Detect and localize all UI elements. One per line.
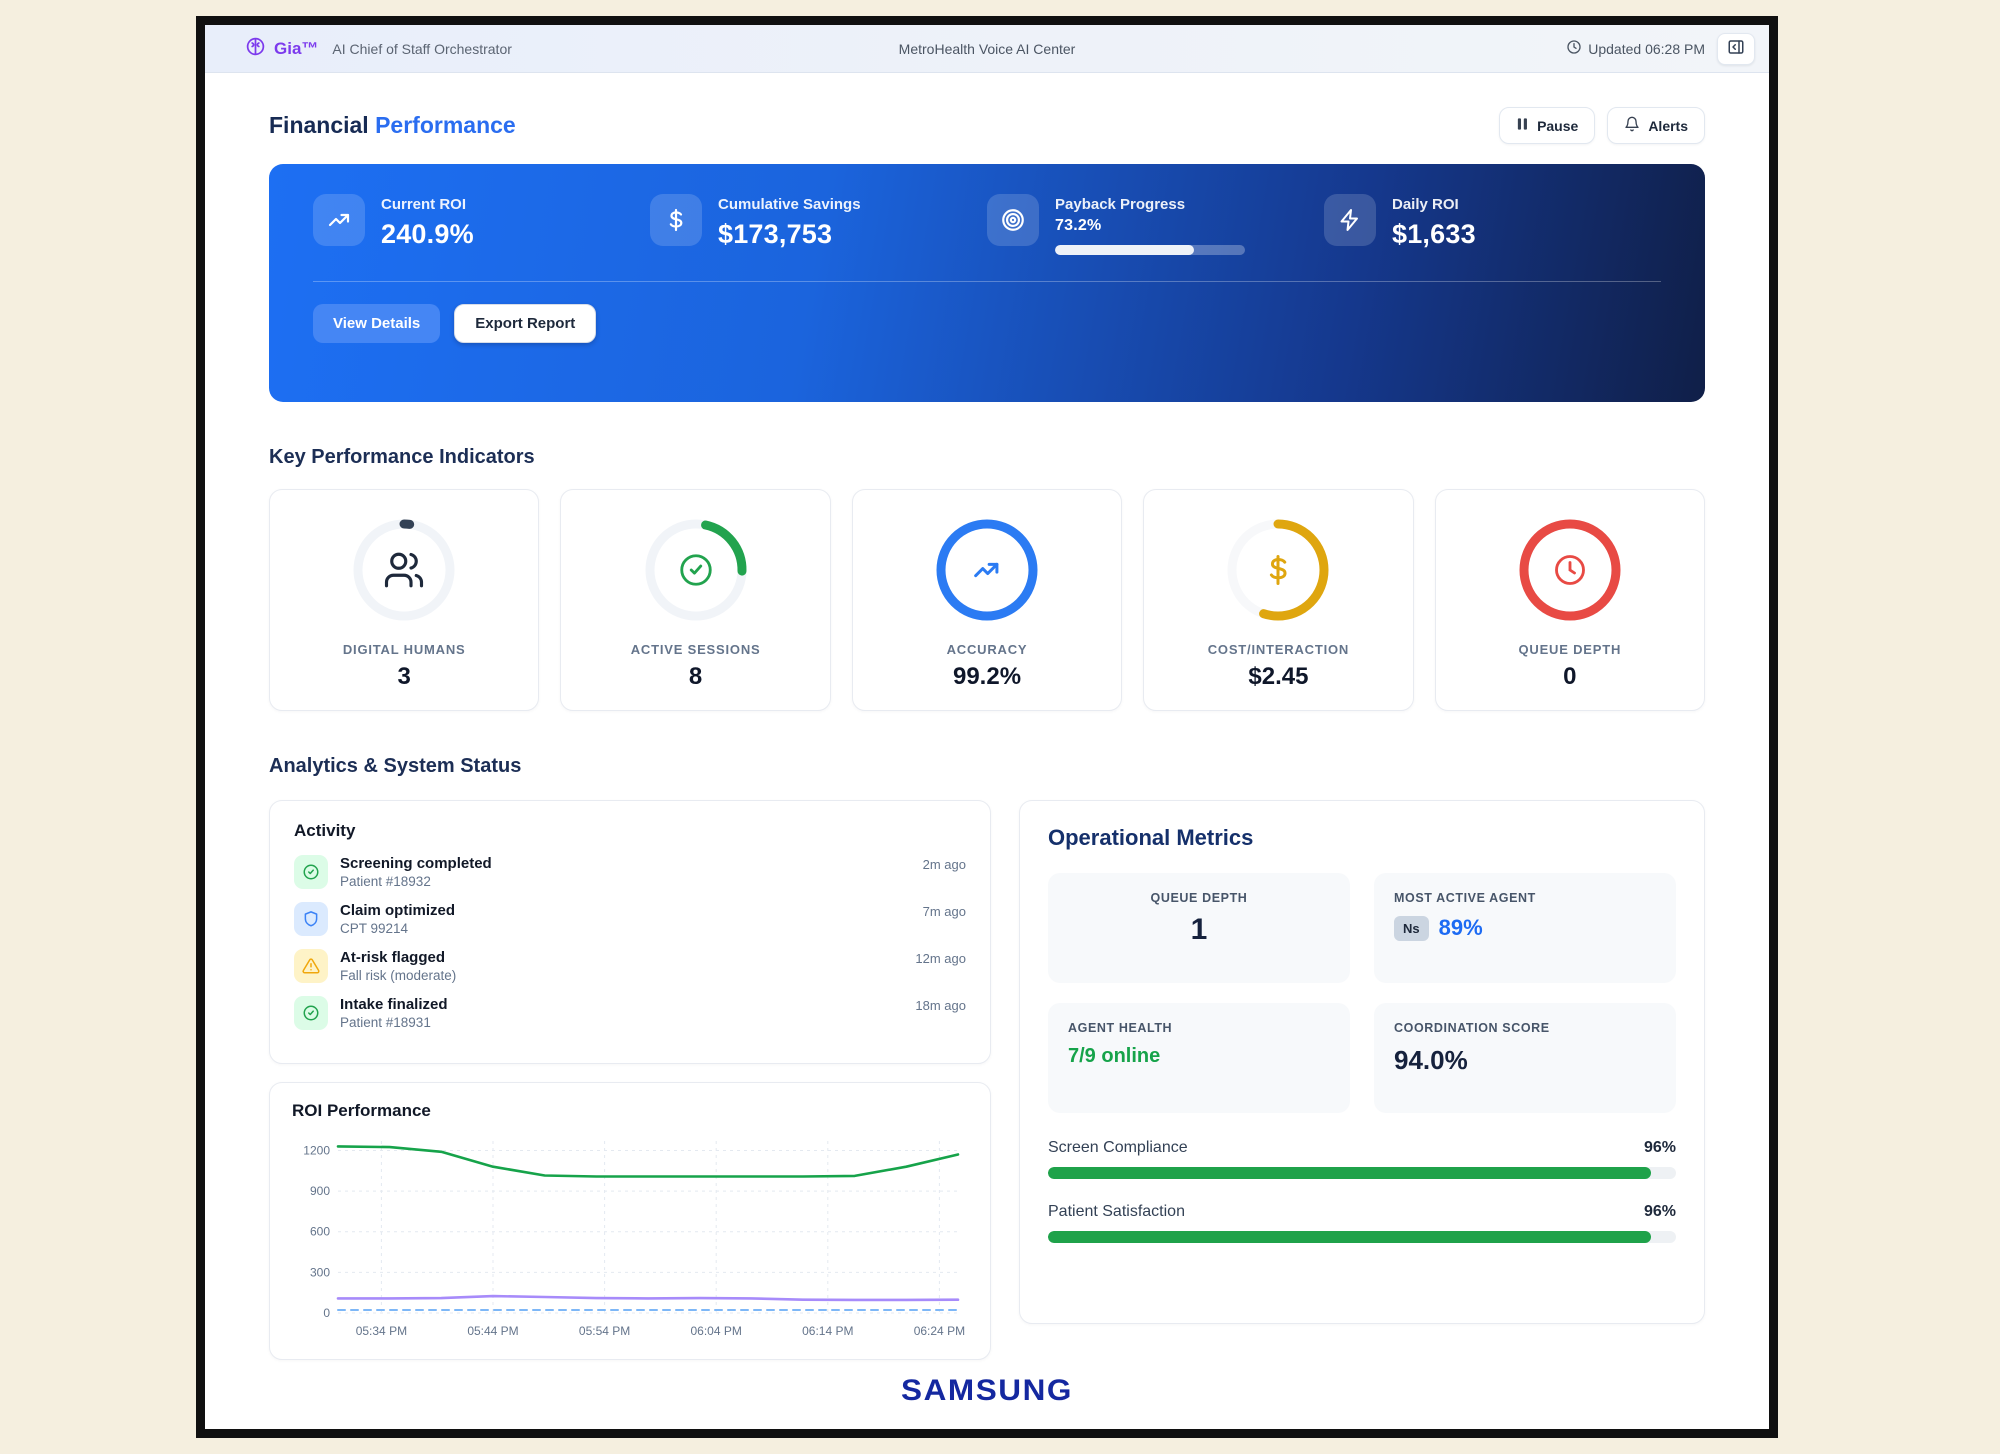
- activity-item: Screening completed Patient #18932 2m ag…: [294, 855, 966, 889]
- chart-title: ROI Performance: [292, 1101, 968, 1121]
- brand-subtitle: AI Chief of Staff Orchestrator: [332, 41, 511, 57]
- roi-performance-panel: ROI Performance 0 300 600 900 1200 05:34 PM 05…: [269, 1082, 991, 1360]
- svg-text:06:24 PM: 06:24 PM: [914, 1324, 965, 1338]
- analytics-section-heading: Analytics & System Status: [269, 755, 1705, 778]
- activity-time: 7m ago: [923, 904, 966, 919]
- activity-time: 12m ago: [915, 951, 966, 966]
- brain-icon: [245, 36, 266, 62]
- export-report-button[interactable]: Export Report: [454, 304, 596, 343]
- tile-coordination-score: COORDINATION SCORE 94.0%: [1374, 1003, 1676, 1113]
- target-icon: [987, 194, 1039, 246]
- svg-text:06:14 PM: 06:14 PM: [802, 1324, 853, 1338]
- payback-progress-bar: [1055, 245, 1245, 255]
- kpi-card-active-sessions: ACTIVE SESSIONS 8: [560, 489, 830, 711]
- activity-panel: Activity Screening completed Patient #18…: [269, 800, 991, 1064]
- activity-title: Activity: [294, 821, 966, 841]
- alerts-button[interactable]: Alerts: [1607, 107, 1705, 144]
- activity-item: Intake finalized Patient #18931 18m ago: [294, 996, 966, 1030]
- svg-text:900: 900: [310, 1184, 330, 1198]
- check-circle-icon: [640, 514, 752, 626]
- pause-icon: [1516, 117, 1529, 134]
- kpi-label: QUEUE DEPTH: [1518, 642, 1621, 657]
- kpi-label: ACCURACY: [947, 642, 1028, 657]
- collapse-panel-button[interactable]: [1717, 33, 1755, 65]
- brand: Gia™ AI Chief of Staff Orchestrator: [245, 36, 512, 62]
- bell-icon: [1624, 116, 1640, 135]
- roi-line-chart: 0 300 600 900 1200 05:34 PM 05:44 PM 05:54 PM 06…: [292, 1129, 968, 1343]
- activity-time: 18m ago: [915, 998, 966, 1013]
- samsung-logo: SAMSUNG: [233, 1374, 1741, 1408]
- activity-item: Claim optimized CPT 99214 7m ago: [294, 902, 966, 936]
- stat-current-roi: Current ROI 240.9%: [313, 194, 650, 255]
- ops-title: Operational Metrics: [1048, 825, 1676, 851]
- svg-text:0: 0: [323, 1306, 330, 1320]
- page-title: Financial Performance: [269, 112, 516, 139]
- dollar-icon: [1222, 514, 1334, 626]
- banner-divider: [313, 281, 1661, 282]
- svg-text:05:54 PM: 05:54 PM: [579, 1324, 630, 1338]
- tile-agent-health: AGENT HEALTH 7/9 online: [1048, 1003, 1350, 1113]
- kpi-value: 8: [689, 663, 702, 691]
- kpi-card-cost-interaction: COST/INTERACTION $2.45: [1143, 489, 1413, 711]
- clock-icon: [1514, 514, 1626, 626]
- svg-text:600: 600: [310, 1225, 330, 1239]
- kpi-card-digital-humans: DIGITAL HUMANS 3: [269, 489, 539, 711]
- tile-most-active-agent: MOST ACTIVE AGENT Ns 89%: [1374, 873, 1676, 983]
- check-circle-icon: [294, 855, 328, 889]
- brand-name: Gia™: [274, 39, 318, 59]
- stat-payback-progress: Payback Progress 73.2%: [987, 194, 1324, 255]
- svg-text:06:04 PM: 06:04 PM: [691, 1324, 742, 1338]
- activity-time: 2m ago: [923, 857, 966, 872]
- check-circle-icon: [294, 996, 328, 1030]
- tile-queue-depth: QUEUE DEPTH 1: [1048, 873, 1350, 983]
- trending-up-icon: [313, 194, 365, 246]
- kpi-section-heading: Key Performance Indicators: [269, 446, 1705, 469]
- kpi-label: COST/INTERACTION: [1208, 642, 1349, 657]
- svg-text:300: 300: [310, 1265, 330, 1279]
- kpi-value: 99.2%: [953, 663, 1021, 691]
- svg-text:05:34 PM: 05:34 PM: [356, 1324, 407, 1338]
- clock-icon: [1566, 39, 1582, 58]
- pause-button[interactable]: Pause: [1499, 107, 1595, 144]
- operational-metrics-panel: Operational Metrics QUEUE DEPTH 1 MOST A…: [1019, 800, 1705, 1324]
- kpi-label: ACTIVE SESSIONS: [631, 642, 761, 657]
- kpi-value: 0: [1563, 663, 1576, 691]
- stat-daily-roi: Daily ROI $1,633: [1324, 194, 1661, 255]
- kpi-label: DIGITAL HUMANS: [343, 642, 466, 657]
- dollar-icon: [650, 194, 702, 246]
- kpi-value: $2.45: [1248, 663, 1308, 691]
- financial-summary-banner: Current ROI 240.9% Cumulative Savings $1…: [269, 164, 1705, 402]
- svg-text:05:44 PM: 05:44 PM: [467, 1324, 518, 1338]
- app-window: Gia™ AI Chief of Staff Orchestrator Metr…: [196, 16, 1778, 1438]
- svg-text:1200: 1200: [303, 1143, 330, 1157]
- stat-cumulative-savings: Cumulative Savings $173,753: [650, 194, 987, 255]
- kpi-card-queue-depth: QUEUE DEPTH 0: [1435, 489, 1705, 711]
- kpi-value: 3: [398, 663, 411, 691]
- users-icon: [348, 514, 460, 626]
- shield-icon: [294, 902, 328, 936]
- sidebar-collapse-icon: [1727, 38, 1745, 59]
- agent-badge: Ns: [1394, 916, 1429, 941]
- trending-up-icon: [931, 514, 1043, 626]
- kpi-card-accuracy: ACCURACY 99.2%: [852, 489, 1122, 711]
- bolt-icon: [1324, 194, 1376, 246]
- metric-bar-screen-compliance: Screen Compliance 96%: [1048, 1139, 1676, 1179]
- updated-timestamp: Updated 06:28 PM: [1566, 39, 1705, 58]
- metric-bar-patient-satisfaction: Patient Satisfaction 96%: [1048, 1203, 1676, 1243]
- topbar: Gia™ AI Chief of Staff Orchestrator Metr…: [205, 25, 1769, 73]
- view-details-button[interactable]: View Details: [313, 304, 440, 343]
- warning-triangle-icon: [294, 949, 328, 983]
- activity-item: At-risk flagged Fall risk (moderate) 12m…: [294, 949, 966, 983]
